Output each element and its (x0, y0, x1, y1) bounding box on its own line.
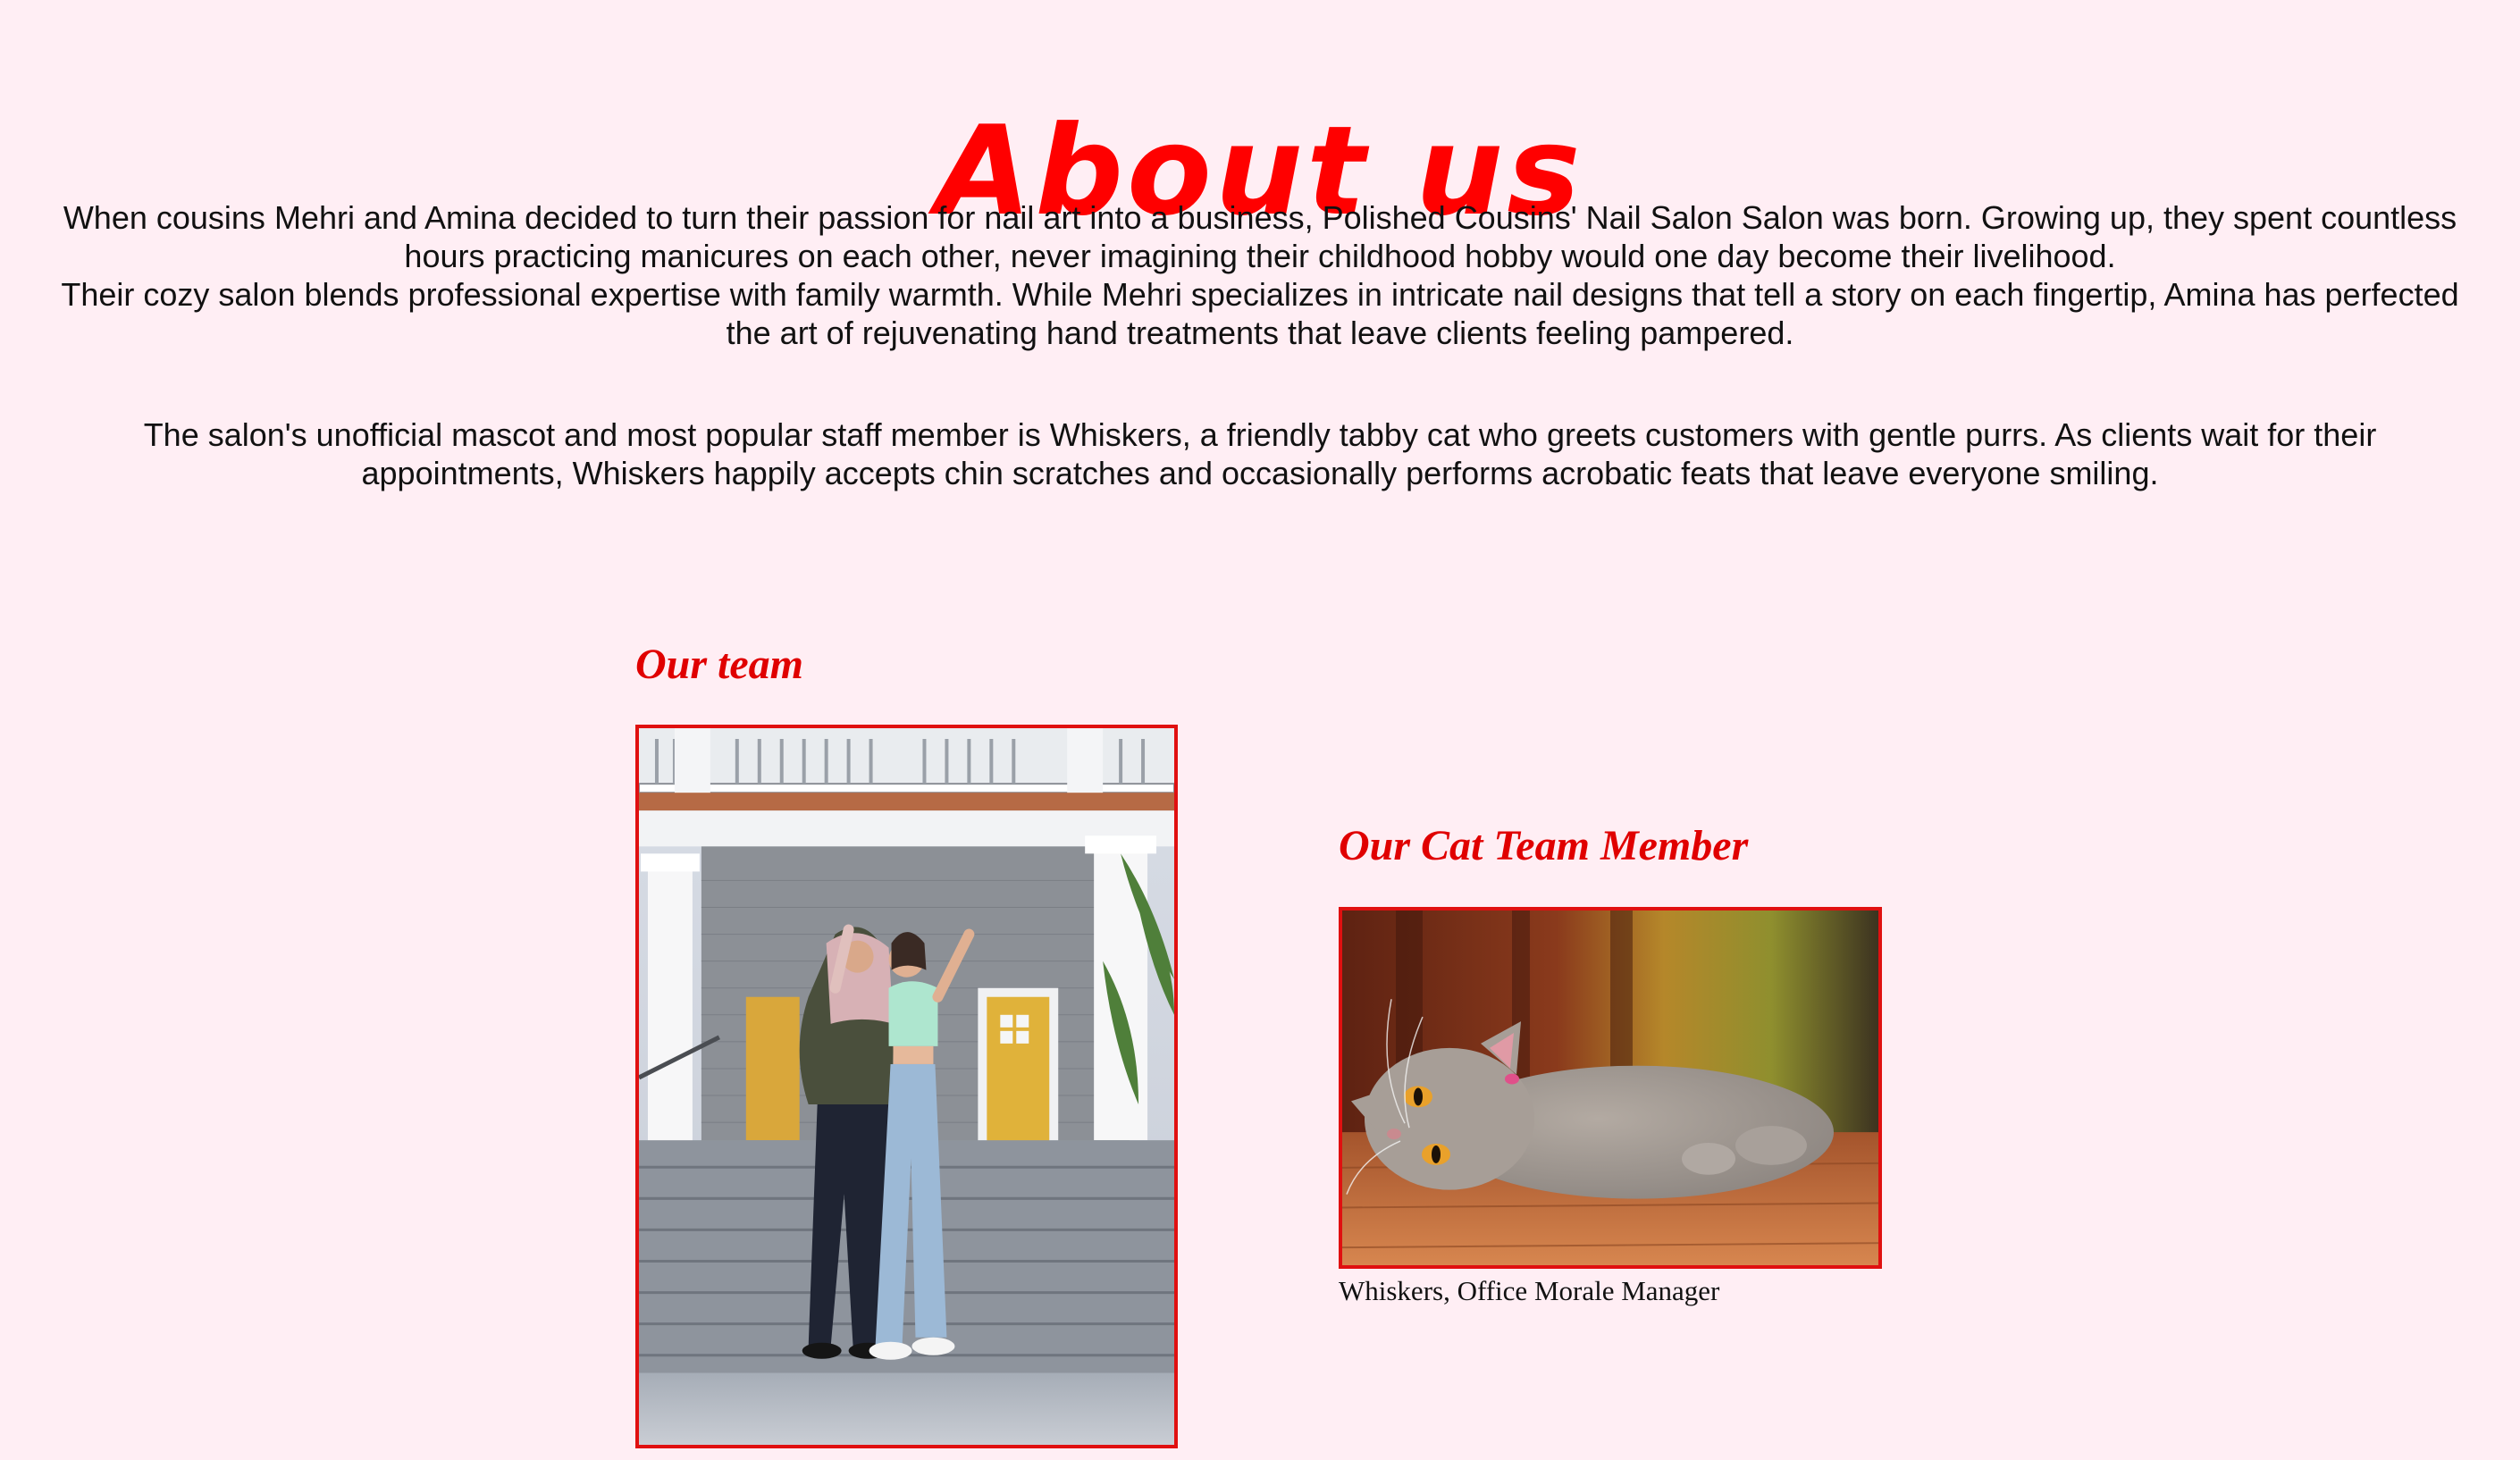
intro-paragraph-1: When cousins Mehri and Amina decided to … (63, 199, 2457, 274)
team-photo-image (639, 728, 1174, 1445)
cat-caption: Whiskers, Office Morale Manager (1339, 1275, 1720, 1306)
team-photo (635, 725, 1178, 1448)
cat-heading: Our Cat Team Member (1339, 822, 1749, 869)
mascot-paragraph: The salon's unofficial mascot and most p… (143, 416, 2377, 491)
intro-paragraph-1-continued: Their cozy salon blends professional exp… (61, 276, 2459, 351)
cat-photo (1339, 907, 1882, 1269)
cat-photo-image (1342, 910, 1878, 1265)
intro-text: When cousins Mehri and Amina decided to … (55, 198, 2465, 352)
team-heading: Our team (635, 641, 804, 688)
